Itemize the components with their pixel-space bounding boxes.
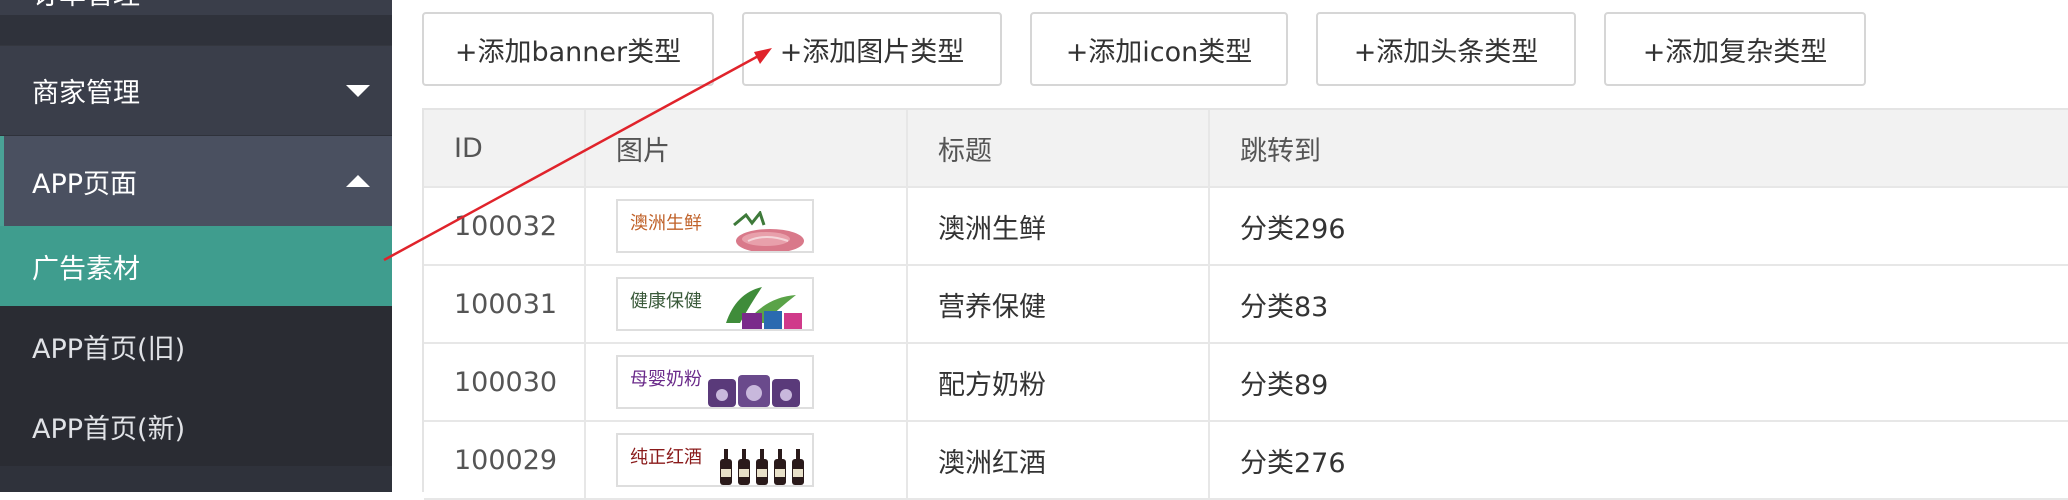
row-id: 100031 bbox=[424, 266, 586, 342]
sidebar-item-label: 广告素材 bbox=[32, 253, 140, 285]
row-image-cell: 纯正红酒 bbox=[586, 422, 908, 498]
sidebar: 订单管理 商家管理 APP页面 广告素材 APP首页(旧) APP首页(新) bbox=[0, 0, 392, 492]
column-header-id[interactable]: ID bbox=[424, 110, 586, 186]
sidebar-item-orders[interactable]: 订单管理 bbox=[0, 0, 392, 15]
sidebar-item-label: APP首页(新) bbox=[32, 413, 186, 445]
add-icon-type-button[interactable]: +添加icon类型 bbox=[1030, 12, 1288, 86]
steak-icon bbox=[733, 211, 804, 251]
table-header-row: ID 图片 标题 跳转到 bbox=[424, 110, 2068, 188]
thumbnail-label: 纯正红酒 bbox=[630, 447, 702, 468]
row-title: 营养保健 bbox=[908, 266, 1210, 342]
row-thumbnail[interactable]: 母婴奶粉 bbox=[616, 355, 814, 409]
row-title: 澳洲生鲜 bbox=[908, 188, 1210, 264]
row-image-cell: 澳洲生鲜 bbox=[586, 188, 908, 264]
column-header-link[interactable]: 跳转到 bbox=[1210, 110, 2068, 186]
row-link[interactable]: 分类296 bbox=[1210, 188, 2068, 264]
thumbnail-label: 健康保健 bbox=[630, 291, 702, 312]
table-row[interactable]: 100029 纯正红酒 澳洲红酒 分类276 bbox=[424, 422, 2068, 500]
sidebar-item-app-pages[interactable]: APP页面 bbox=[0, 136, 392, 226]
column-header-title[interactable]: 标题 bbox=[908, 110, 1210, 186]
chevron-down-icon bbox=[346, 84, 370, 97]
supplements-icon bbox=[726, 287, 802, 329]
row-title: 配方奶粉 bbox=[908, 344, 1210, 420]
sidebar-item-app-home-new[interactable]: APP首页(新) bbox=[0, 386, 392, 466]
row-id: 100030 bbox=[424, 344, 586, 420]
sidebar-item-app-home-old[interactable]: APP首页(旧) bbox=[0, 306, 392, 386]
add-banner-type-button[interactable]: +添加banner类型 bbox=[422, 12, 714, 86]
thumbnail-label: 母婴奶粉 bbox=[630, 369, 702, 390]
add-image-type-button[interactable]: +添加图片类型 bbox=[742, 12, 1002, 86]
add-complex-type-button[interactable]: +添加复杂类型 bbox=[1604, 12, 1866, 86]
row-title: 澳洲红酒 bbox=[908, 422, 1210, 498]
chevron-up-icon bbox=[346, 175, 370, 187]
table-row[interactable]: 100031 健康保健 营养保健 分类83 bbox=[424, 266, 2068, 344]
row-thumbnail[interactable]: 澳洲生鲜 bbox=[616, 199, 814, 253]
sidebar-item-label: 商家管理 bbox=[32, 78, 140, 109]
wine-bottles-icon bbox=[720, 449, 804, 485]
row-id: 100029 bbox=[424, 422, 586, 498]
row-id: 100032 bbox=[424, 188, 586, 264]
sidebar-item-ad-materials[interactable]: 广告素材 bbox=[0, 226, 392, 306]
column-header-image[interactable]: 图片 bbox=[586, 110, 908, 186]
sidebar-item-merchants[interactable]: 商家管理 bbox=[0, 45, 392, 135]
formula-cans-icon bbox=[708, 375, 800, 407]
row-thumbnail[interactable]: 纯正红酒 bbox=[616, 433, 814, 487]
sidebar-item-label: 订单管理 bbox=[32, 0, 140, 12]
row-image-cell: 母婴奶粉 bbox=[586, 344, 908, 420]
row-thumbnail[interactable]: 健康保健 bbox=[616, 277, 814, 331]
table-row[interactable]: 100032 澳洲生鲜 澳洲生鲜 分类296 bbox=[424, 188, 2068, 266]
row-link[interactable]: 分类276 bbox=[1210, 422, 2068, 498]
table-row[interactable]: 100030 母婴奶粉 配方奶粉 分类89 bbox=[424, 344, 2068, 422]
row-link[interactable]: 分类89 bbox=[1210, 344, 2068, 420]
thumbnail-label: 澳洲生鲜 bbox=[630, 213, 702, 234]
row-link[interactable]: 分类83 bbox=[1210, 266, 2068, 342]
ad-materials-table: ID 图片 标题 跳转到 100032 澳洲生鲜 澳洲生鲜 分类296 1000… bbox=[422, 108, 2068, 500]
sidebar-item-label: APP页面 bbox=[32, 168, 138, 200]
row-image-cell: 健康保健 bbox=[586, 266, 908, 342]
add-headline-type-button[interactable]: +添加头条类型 bbox=[1316, 12, 1576, 86]
sidebar-item-label: APP首页(旧) bbox=[32, 333, 186, 365]
